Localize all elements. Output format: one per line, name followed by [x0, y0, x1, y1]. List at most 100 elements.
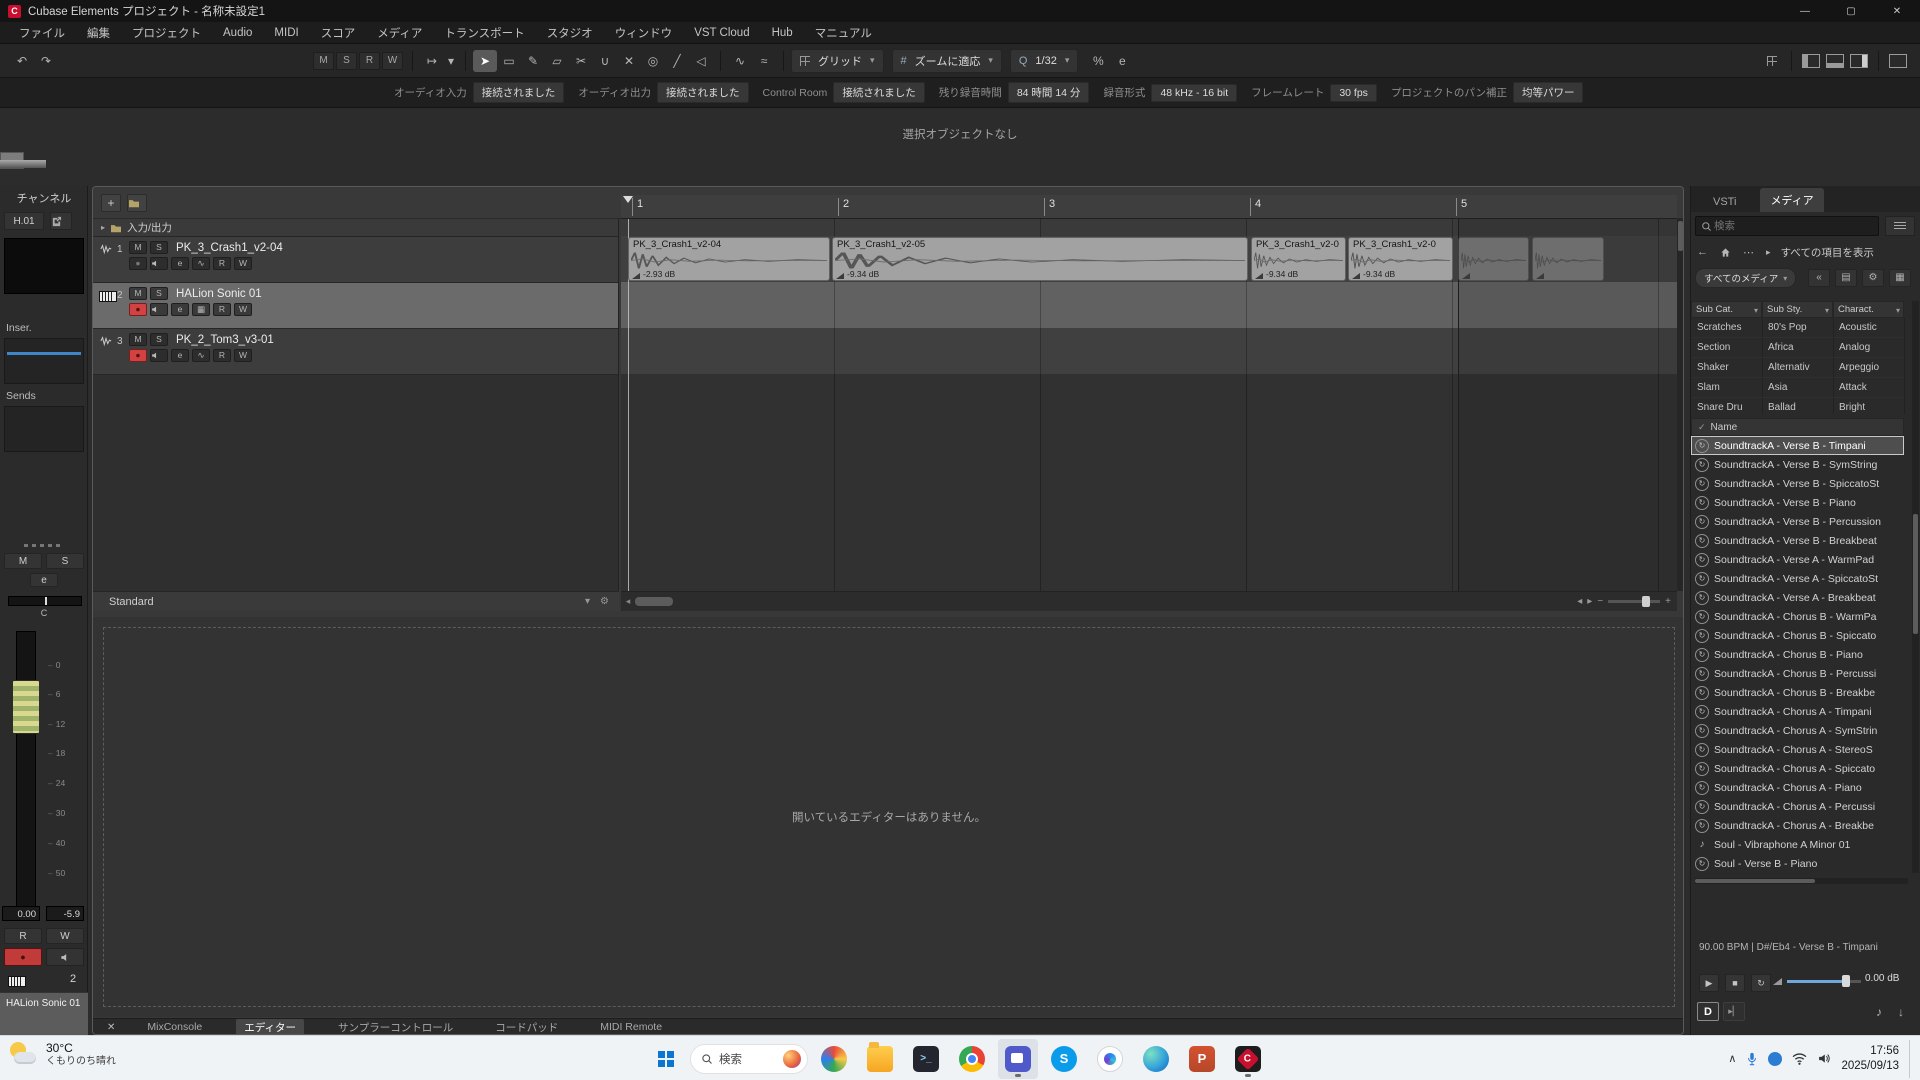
wifi-icon[interactable]: [1792, 1053, 1807, 1065]
write-all-button[interactable]: W: [382, 52, 403, 70]
PK_3_Crash1_v2-0[interactable]: PK_3_Crash1_v2-0 -9.34 dB: [1251, 237, 1346, 281]
SoundtrackA - Chorus A - Spiccato[interactable]: SoundtrackA - Chorus A - Spiccato: [1691, 759, 1904, 778]
menu-item[interactable]: マニュアル: [804, 23, 883, 43]
search-input[interactable]: [1712, 219, 1873, 233]
status-item[interactable]: 録音形式 48 kHz - 16 bit: [1103, 84, 1237, 102]
app-file-explorer-icon[interactable]: [860, 1039, 900, 1079]
zoom-tool-icon[interactable]: ◎: [641, 50, 665, 72]
track-solo-button[interactable]: S: [150, 241, 168, 254]
channel-preset-button[interactable]: H.01: [4, 212, 44, 230]
filter-value[interactable]: Snare Dru: [1691, 398, 1762, 414]
track-edit-button[interactable]: e: [171, 257, 189, 270]
event-display[interactable]: PK_3_Crash1_v2-04 -2.93 dB PK_3_Crash1_v…: [621, 219, 1677, 591]
menu-item[interactable]: VST Cloud: [683, 23, 760, 43]
solo-all-button[interactable]: S: [336, 52, 357, 70]
autoscroll-icon[interactable]: ↦: [420, 50, 444, 72]
PK_3_Crash1_v2-05[interactable]: PK_3_Crash1_v2-05 -9.34 dB: [832, 237, 1248, 281]
curve-tool-icon[interactable]: ≈: [752, 50, 776, 72]
undo-icon[interactable]: ↶: [10, 50, 34, 72]
home-icon[interactable]: [1718, 247, 1733, 258]
lower-zone-tab[interactable]: エディター: [236, 1019, 304, 1036]
channel-read-button[interactable]: R: [4, 928, 42, 944]
preview-volume-slider[interactable]: [1787, 976, 1861, 986]
filter-value[interactable]: Bright: [1833, 398, 1904, 414]
menu-item[interactable]: プロジェクト: [121, 23, 212, 43]
SoundtrackA - Chorus B - WarmPa[interactable]: SoundtrackA - Chorus B - WarmPa: [1691, 607, 1904, 626]
SoundtrackA - Chorus A - Percussi[interactable]: SoundtrackA - Chorus A - Percussi: [1691, 797, 1904, 816]
channel-solo-button[interactable]: S: [46, 553, 84, 569]
track-row-instrument-2[interactable]: 2 M S HALion Sonic 01 ● e R W: [93, 283, 618, 329]
lower-zone-close-icon[interactable]: ✕: [101, 1022, 121, 1033]
track-mute-button[interactable]: M: [129, 287, 147, 300]
track-lane-icon[interactable]: [192, 257, 210, 270]
SoundtrackA - Verse B - SpiccatoSt[interactable]: SoundtrackA - Verse B - SpiccatoSt: [1691, 474, 1904, 493]
track-write-button[interactable]: W: [234, 257, 252, 270]
filter-layout-icon[interactable]: ▤: [1835, 269, 1857, 287]
preview-loop-icon[interactable]: [1751, 974, 1771, 992]
audio-event[interactable]: [1532, 237, 1604, 281]
channel-monitor-button[interactable]: [46, 948, 84, 966]
draw-tool-icon[interactable]: ✎: [521, 50, 545, 72]
microphone-icon[interactable]: [1746, 1052, 1758, 1066]
track-row-audio-3[interactable]: 3 M S PK_2_Tom3_v3-01 ● e R W: [93, 329, 618, 375]
track-record-button[interactable]: ●: [129, 349, 147, 362]
Soul - Vibraphone A Minor 01[interactable]: Soul - Vibraphone A Minor 01: [1691, 835, 1904, 854]
SoundtrackA - Verse A - WarmPad[interactable]: SoundtrackA - Verse A - WarmPad: [1691, 550, 1904, 569]
taskbar-search[interactable]: 検索: [690, 1044, 808, 1074]
quantize-dropdown[interactable]: Q 1/32: [1010, 49, 1079, 73]
filter-browser-icon[interactable]: ▦: [1889, 269, 1911, 287]
erase-tool-icon[interactable]: ▱: [545, 50, 569, 72]
quantize-panel-icon[interactable]: e: [1110, 50, 1134, 72]
tray-overflow-icon[interactable]: [1728, 1052, 1736, 1065]
breadcrumb-more-icon[interactable]: [1741, 246, 1756, 259]
filter-value[interactable]: Scratches: [1691, 318, 1762, 338]
status-item[interactable]: フレームレート 30 fps: [1251, 84, 1377, 102]
preview-d-button[interactable]: D: [1697, 1002, 1719, 1021]
maximize-button[interactable]: ▢: [1828, 0, 1874, 22]
track-read-button[interactable]: R: [213, 257, 231, 270]
start-button[interactable]: [648, 1041, 684, 1077]
filter-value[interactable]: Slam: [1691, 378, 1762, 398]
track-lane-icon[interactable]: [192, 303, 210, 316]
event-volume-icon[interactable]: [836, 273, 844, 279]
object-selection-tool-icon[interactable]: ➤: [473, 50, 497, 72]
track-record-button[interactable]: ●: [129, 303, 147, 316]
SoundtrackA - Chorus A - Breakbe[interactable]: SoundtrackA - Chorus A - Breakbe: [1691, 816, 1904, 835]
menu-item[interactable]: MIDI: [263, 23, 309, 43]
SoundtrackA - Verse B - SymString[interactable]: SoundtrackA - Verse B - SymString: [1691, 455, 1904, 474]
mute-all-button[interactable]: M: [313, 52, 334, 70]
track-name[interactable]: PK_3_Crash1_v2-04: [176, 242, 283, 254]
minimize-button[interactable]: —: [1782, 0, 1828, 22]
hscroll-thumb[interactable]: [635, 597, 673, 606]
feedback-tool-icon[interactable]: ∿: [728, 50, 752, 72]
channel-write-button[interactable]: W: [46, 928, 84, 944]
media-type-dropdown[interactable]: すべてのメディア: [1695, 268, 1796, 288]
preview-autoplay-icon[interactable]: [1723, 1002, 1745, 1021]
subcategory-header[interactable]: Sub Cat.: [1691, 301, 1762, 318]
filter-value[interactable]: Asia: [1762, 378, 1833, 398]
Soul - Verse B - Piano[interactable]: Soul - Verse B - Piano: [1691, 854, 1904, 873]
result-layout-icon[interactable]: [1885, 216, 1915, 236]
SoundtrackA - Verse B - Percussion[interactable]: SoundtrackA - Verse B - Percussion: [1691, 512, 1904, 531]
event-volume-icon[interactable]: [1352, 273, 1360, 279]
SoundtrackA - Verse A - SpiccatoSt[interactable]: SoundtrackA - Verse A - SpiccatoSt: [1691, 569, 1904, 588]
track-solo-button[interactable]: S: [150, 287, 168, 300]
grid-type-dropdown[interactable]: # ズームに適応: [892, 49, 1002, 73]
status-item[interactable]: プロジェクトのパン補正 均等パワー: [1391, 82, 1584, 103]
breadcrumb-label[interactable]: すべての項目を表示: [1781, 245, 1874, 260]
substyle-header[interactable]: Sub Sty.: [1762, 301, 1833, 318]
filter-value[interactable]: Shaker: [1691, 358, 1762, 378]
show-desktop-button[interactable]: [1909, 1040, 1914, 1078]
character-header[interactable]: Charact.: [1833, 301, 1904, 318]
menu-item[interactable]: ファイル: [8, 23, 76, 43]
filter-value[interactable]: 80's Pop: [1762, 318, 1833, 338]
app-paint-icon[interactable]: [814, 1039, 854, 1079]
preview-stop-icon[interactable]: [1725, 974, 1745, 992]
lower-zone-tab[interactable]: MIDI Remote: [592, 1019, 670, 1036]
track-write-button[interactable]: W: [234, 349, 252, 362]
menu-item[interactable]: Audio: [212, 23, 263, 43]
media-search-box[interactable]: [1695, 216, 1879, 236]
toolbar-setup-icon[interactable]: [1760, 50, 1784, 72]
track-mute-button[interactable]: M: [129, 241, 147, 254]
app-copilot-icon[interactable]: [1090, 1039, 1130, 1079]
